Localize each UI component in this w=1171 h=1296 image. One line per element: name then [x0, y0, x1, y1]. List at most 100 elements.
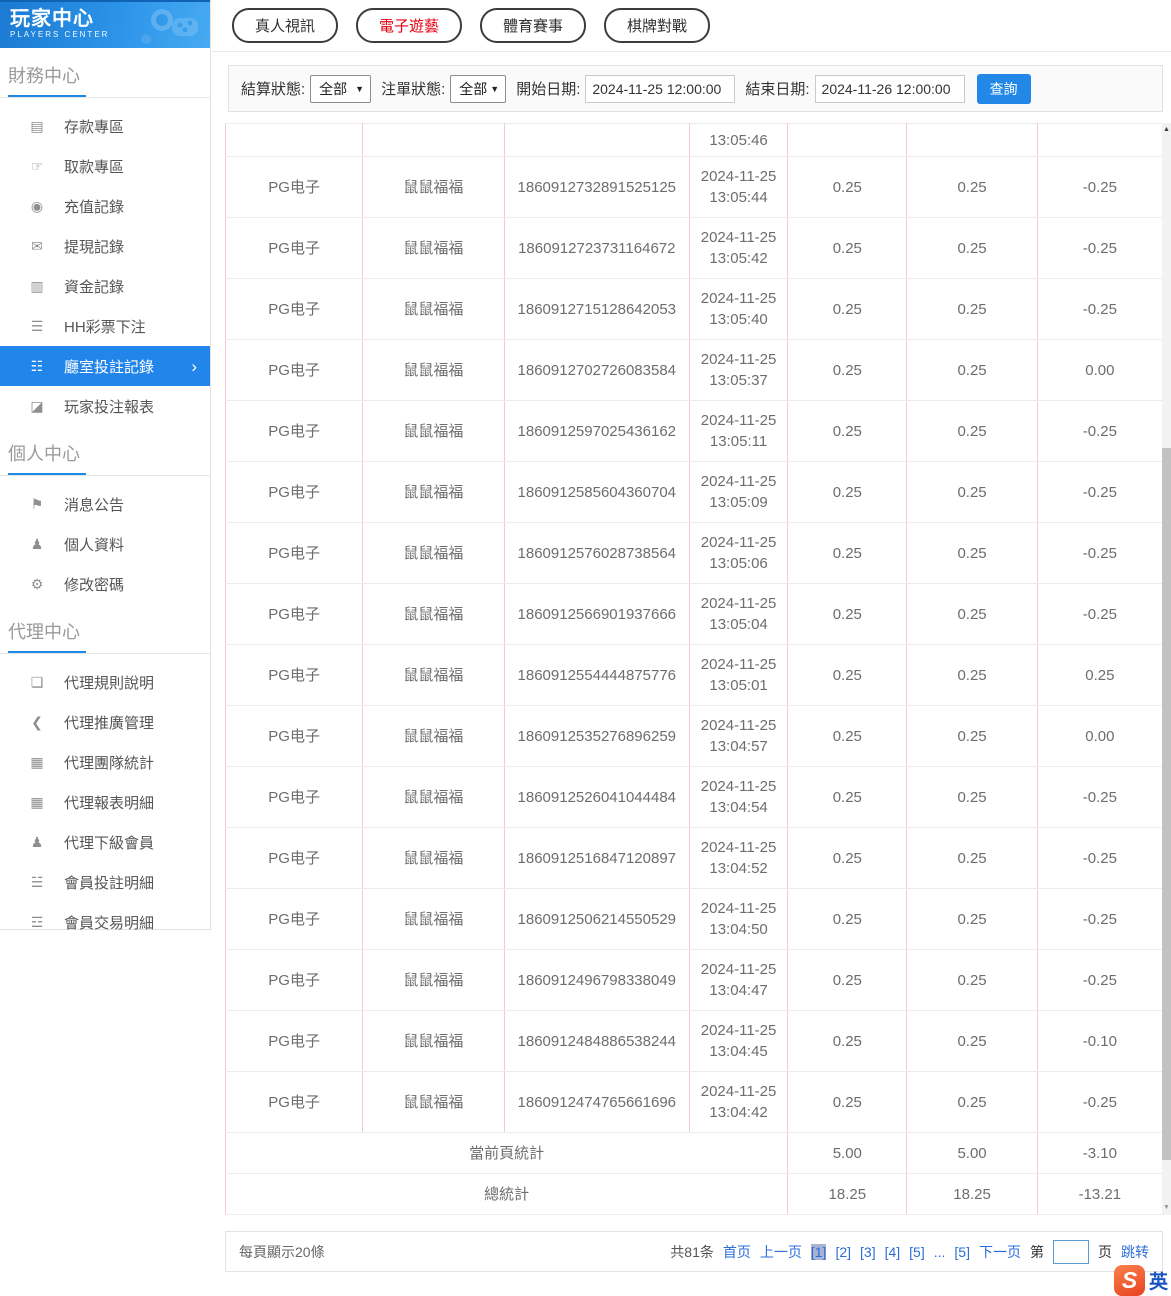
settle-status-select[interactable]: 全部 ▼	[310, 75, 371, 103]
page-link[interactable]: [3]	[860, 1244, 876, 1260]
cell-valid: 0.25	[907, 828, 1037, 889]
sidebar-item-deposit[interactable]: ▤存款專區	[0, 106, 210, 146]
tab-sports-events[interactable]: 體育賽事	[480, 8, 586, 43]
tab-board-card-games[interactable]: 棋牌對戰	[604, 8, 710, 43]
sidebar-item-agent-report-details[interactable]: ▦代理報表明細	[0, 782, 210, 822]
sidebar-item-withdrawal-records[interactable]: ✉提現記錄	[0, 226, 210, 266]
table-row: PG电子鼠鼠福福18609127027260835842024-11-2513:…	[226, 340, 1163, 401]
person-icon: ♟	[28, 536, 46, 553]
page-links: [1][2][3][4][5]...[5]	[811, 1244, 970, 1260]
cell-platform: PG电子	[226, 584, 363, 645]
bet-date: 2024-11-25	[690, 593, 787, 614]
search-button[interactable]: 查詢	[977, 74, 1031, 104]
jump-button[interactable]: 跳转	[1121, 1242, 1149, 1262]
jump-page-input[interactable]	[1053, 1240, 1089, 1264]
bet-date: 2024-11-25	[690, 288, 787, 309]
page-link[interactable]: [2]	[835, 1244, 851, 1260]
cell-bet: 0.25	[788, 828, 907, 889]
cell-bet: 0.25	[788, 889, 907, 950]
sidebar-item-agent-sub-members[interactable]: ♟代理下級會員	[0, 822, 210, 862]
order-status-select[interactable]: 全部 ▼	[450, 75, 506, 103]
page-link[interactable]: [5]	[909, 1244, 925, 1260]
cell-bet-id: 1860912723731164672	[504, 218, 689, 279]
sidebar-item-hh-lottery-bets[interactable]: ☰HH彩票下注	[0, 306, 210, 346]
cell-bet-id: 1860912535276896259	[504, 706, 689, 767]
cell-bet-id: 1860912732891525125	[504, 157, 689, 218]
cell-time: 2024-11-2513:04:57	[689, 706, 787, 767]
cell-valid: 0.25	[907, 462, 1037, 523]
sidebar-item-announcements[interactable]: ⚑消息公告	[0, 484, 210, 524]
vertical-scrollbar[interactable]: ▲ ▼	[1162, 123, 1171, 1215]
page-link[interactable]: [4]	[885, 1244, 901, 1260]
sogou-ime-icon[interactable]: S	[1114, 1265, 1145, 1296]
bet-date: 2024-11-25	[690, 349, 787, 370]
first-page-link[interactable]: 首页	[723, 1242, 751, 1262]
scrollbar-thumb[interactable]	[1162, 448, 1171, 1160]
cell-platform: PG电子	[226, 1072, 363, 1133]
cell-game: 鼠鼠福福	[363, 706, 504, 767]
order-status-value: 全部	[459, 79, 487, 99]
cell-result: -0.25	[1037, 523, 1162, 584]
hand-icon: ☞	[28, 158, 46, 175]
cell-bet-id: 1860912715128642053	[504, 279, 689, 340]
sidebar-item-recharge-records[interactable]: ◉充值記錄	[0, 186, 210, 226]
records-tbody: 13:05:46 PG电子鼠鼠福福18609127328915251252024…	[226, 124, 1163, 1215]
cell-game: 鼠鼠福福	[363, 767, 504, 828]
sidebar-item-agent-team-stats[interactable]: ▦代理團隊統計	[0, 742, 210, 782]
section-underline-line	[0, 475, 210, 476]
cell-bet-id: 1860912484886538244	[504, 1011, 689, 1072]
cell-bet: 0.25	[788, 401, 907, 462]
bet-clock: 13:04:45	[690, 1041, 787, 1062]
section-title: 代理中心	[0, 604, 210, 651]
cell-bet-id: 1860912526041044484	[504, 767, 689, 828]
sidebar-item-withdraw[interactable]: ☞取款專區	[0, 146, 210, 186]
tab-electronic-games[interactable]: 電子遊藝	[356, 8, 462, 43]
sidebar-item-agent-promotion[interactable]: ❮代理推廣管理	[0, 702, 210, 742]
cell-bet-id	[504, 124, 689, 157]
cell-result: -0.25	[1037, 767, 1162, 828]
page-link-last[interactable]: [5]	[954, 1244, 970, 1260]
sidebar: 玩家中心 PLAYERS CENTER 財務中心▤存款專區☞取款專區◉充值記錄✉…	[0, 0, 211, 930]
scroll-up-icon[interactable]: ▲	[1162, 126, 1171, 134]
sidebar-item-fund-records[interactable]: ▥資金記錄	[0, 266, 210, 306]
cell-time: 2024-11-2513:05:42	[689, 218, 787, 279]
next-page-link[interactable]: 下一页	[979, 1242, 1021, 1262]
cell-valid	[907, 124, 1037, 157]
cell-game: 鼠鼠福福	[363, 401, 504, 462]
cell-game: 鼠鼠福福	[363, 340, 504, 401]
page-link-current[interactable]: [1]	[811, 1244, 827, 1260]
sidebar-item-label: 代理報表明細	[64, 792, 154, 813]
sidebar-item-hall-bet-records[interactable]: ☷廳室投註記錄›	[0, 346, 210, 386]
cell-bet: 0.25	[788, 279, 907, 340]
bet-clock: 13:05:37	[690, 370, 787, 391]
moneybag-icon: ◉	[28, 198, 46, 215]
records-table-wrap: 13:05:46 PG电子鼠鼠福福18609127328915251252024…	[225, 123, 1171, 1215]
table-row: PG电子鼠鼠福福18609125760287385642024-11-2513:…	[226, 523, 1163, 584]
total-summary-row: 總統計 18.25 18.25 -13.21	[226, 1174, 1163, 1215]
sidebar-item-change-password[interactable]: ⚙修改密碼	[0, 564, 210, 604]
total-count-text: 共81条	[670, 1242, 714, 1262]
cell-bet: 0.25	[788, 767, 907, 828]
tab-live-video[interactable]: 真人視訊	[232, 8, 338, 43]
scroll-down-icon[interactable]: ▼	[1162, 1204, 1171, 1212]
bank-card-icon: ▤	[28, 118, 46, 135]
section-title: 財務中心	[0, 48, 210, 95]
sidebar-item-profile[interactable]: ♟個人資料	[0, 524, 210, 564]
main-content: 真人視訊電子遊藝體育賽事棋牌對戰 結算狀態: 全部 ▼ 注單狀態: 全部 ▼ 開…	[212, 0, 1171, 1272]
end-date-input[interactable]	[815, 75, 965, 103]
sidebar-item-player-bet-report[interactable]: ◪玩家投注報表	[0, 386, 210, 426]
cell-platform: PG电子	[226, 401, 363, 462]
gamepad-icon	[132, 6, 202, 48]
cell-bet: 0.25	[788, 340, 907, 401]
cell-valid: 0.25	[907, 218, 1037, 279]
sidebar-item-member-transaction-details[interactable]: ☲會員交易明細	[0, 902, 210, 942]
start-date-input[interactable]	[585, 75, 735, 103]
cell-time: 2024-11-2513:05:06	[689, 523, 787, 584]
table-row: PG电子鼠鼠福福18609125168471208972024-11-2513:…	[226, 828, 1163, 889]
sidebar-item-member-bet-details[interactable]: ☱會員投註明細	[0, 862, 210, 902]
cell-platform: PG电子	[226, 279, 363, 340]
table-row: PG电子鼠鼠福福18609125669019376662024-11-2513:…	[226, 584, 1163, 645]
prev-page-link[interactable]: 上一页	[760, 1242, 802, 1262]
table-row: PG电子鼠鼠福福18609127151286420532024-11-2513:…	[226, 279, 1163, 340]
sidebar-item-agent-rules[interactable]: ❏代理規則說明	[0, 662, 210, 702]
